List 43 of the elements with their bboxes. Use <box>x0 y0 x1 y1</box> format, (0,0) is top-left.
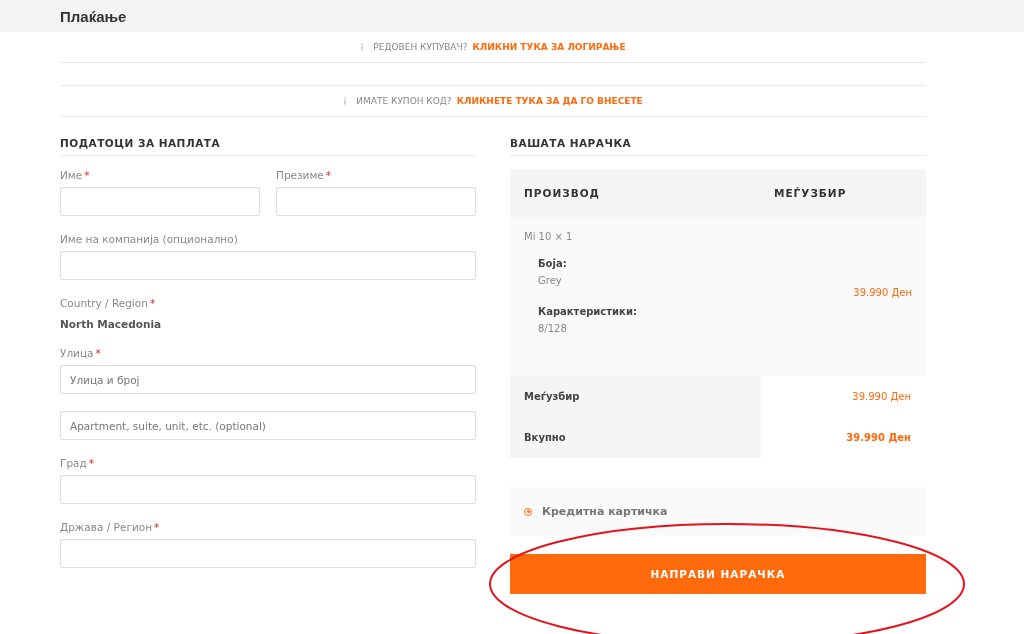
required-mark: * <box>154 521 160 533</box>
totals-value: 39.990 Ден <box>851 390 912 404</box>
field-label: Град <box>60 457 87 469</box>
notice-text: РЕДОВЕН КУПУВАЧ? <box>373 42 468 52</box>
field-label: Улица <box>60 347 94 359</box>
input-field[interactable]: Улица и број <box>60 365 476 394</box>
column-header: ПРОИЗВОД <box>524 187 601 199</box>
input-field[interactable] <box>276 187 476 216</box>
field-label: Име на компанија (опционално) <box>60 233 238 245</box>
product-quantity: × 1 <box>554 231 573 242</box>
attribute-label: Боја: <box>538 258 568 269</box>
totals-label: Меѓузбир <box>510 376 761 417</box>
notice-link[interactable]: КЛИКНИ ТУКА ЗА ЛОГИРАЊЕ <box>472 42 626 52</box>
attribute-label: Карактеристики: <box>538 306 638 317</box>
required-mark: * <box>84 169 90 181</box>
column-header: МЕЃУЗБИР <box>774 187 848 199</box>
attribute-value: Grey <box>538 275 563 286</box>
required-mark: * <box>149 297 156 309</box>
attribute-value: 8/128 <box>538 323 568 334</box>
field-label: Држава / Регион <box>60 521 153 533</box>
input-field[interactable] <box>60 187 260 216</box>
input-field[interactable] <box>60 475 476 504</box>
totals-value: 39.990 Ден <box>845 431 912 445</box>
input-field[interactable] <box>60 539 476 568</box>
input-field[interactable] <box>60 251 476 280</box>
section-heading: ВАШАТА НАРАЧКА <box>510 137 926 156</box>
section-heading: ПОДАТОЦИ ЗА НАПЛАТА <box>60 137 476 156</box>
notice-link[interactable]: КЛИКНЕТЕ ТУКА ЗА ДА ГО ВНЕСЕТЕ <box>456 96 643 106</box>
payment-method-label[interactable]: Кредитна картичка <box>542 505 668 518</box>
required-mark: * <box>95 347 101 359</box>
required-mark: * <box>325 169 332 181</box>
input-field[interactable]: Apartment, suite, unit, etc. (optional) <box>60 411 476 440</box>
field-label: Име <box>60 169 83 181</box>
page-title: Плаќање <box>60 7 127 25</box>
required-mark: * <box>88 457 94 469</box>
notice-text: ИМАТЕ КУПОН КОД? <box>356 96 452 106</box>
place-order-button[interactable]: НАПРАВИ НАРАЧКА <box>510 554 926 594</box>
field-label: Country / Region <box>60 297 148 309</box>
product-name: Mi 10 <box>524 231 552 242</box>
field-value: North Macedonia <box>60 318 163 330</box>
field-label: Презиме <box>276 169 324 181</box>
item-price: 39.990 Ден <box>853 287 912 298</box>
totals-label: Вкупно <box>510 417 761 458</box>
